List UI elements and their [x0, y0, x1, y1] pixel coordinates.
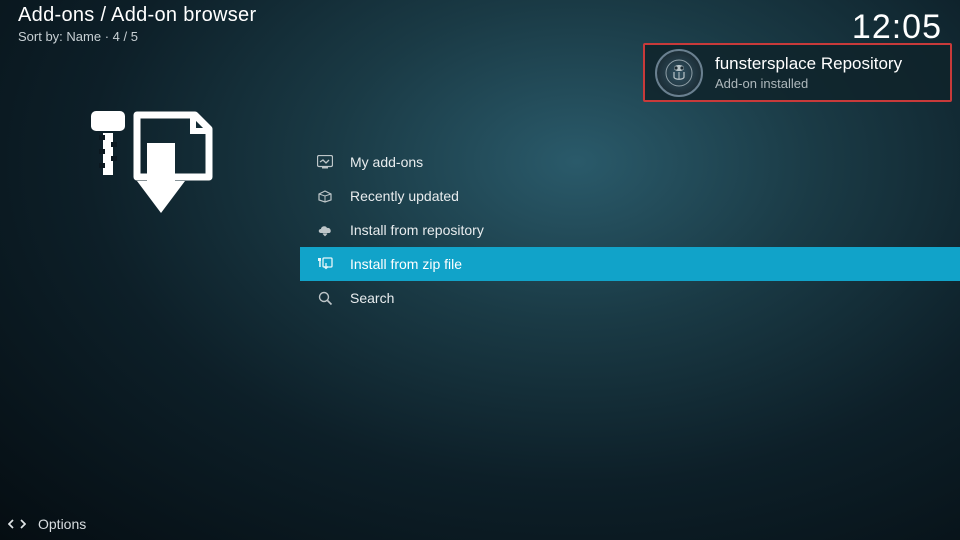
options-label: Options	[38, 516, 86, 532]
menu-item-label: Search	[350, 290, 394, 306]
menu-item-label: Install from repository	[350, 222, 484, 238]
menu-item-my-addons[interactable]: My add-ons	[300, 145, 960, 179]
search-icon	[316, 289, 334, 307]
options-arrows-icon	[8, 517, 26, 531]
menu-item-install-zip[interactable]: Install from zip file	[300, 247, 960, 281]
clock: 12:05	[852, 8, 942, 47]
sidebar	[0, 0, 300, 540]
zip-file-icon	[85, 105, 215, 230]
notification-toast: funstersplace Repository Add-on installe…	[643, 43, 952, 102]
menu-item-recently-updated[interactable]: Recently updated	[300, 179, 960, 213]
notification-subtitle: Add-on installed	[715, 76, 902, 91]
my-addons-icon	[316, 153, 334, 171]
menu-list: My add-ons Recently updated Install from…	[300, 145, 960, 315]
notification-title: funstersplace Repository	[715, 54, 902, 74]
menu-item-label: Install from zip file	[350, 256, 462, 272]
footer-options[interactable]: Options	[8, 516, 86, 532]
repo-icon	[655, 49, 703, 97]
menu-item-search[interactable]: Search	[300, 281, 960, 315]
zip-download-icon	[316, 255, 334, 273]
box-open-icon	[316, 187, 334, 205]
menu-item-label: My add-ons	[350, 154, 423, 170]
menu-item-label: Recently updated	[350, 188, 459, 204]
cloud-download-icon	[316, 221, 334, 239]
menu-item-install-repo[interactable]: Install from repository	[300, 213, 960, 247]
